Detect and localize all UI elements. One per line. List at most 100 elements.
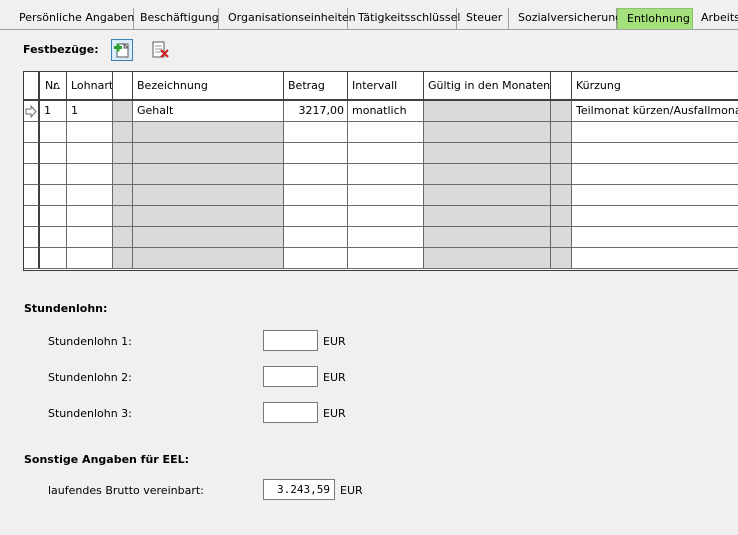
cell-nr-empty[interactable]: [40, 248, 67, 269]
cell-monate-empty[interactable]: [424, 143, 551, 164]
stundenlohn-2-input[interactable]: [263, 366, 318, 387]
row-indicator[interactable]: [24, 248, 40, 269]
cell-intervall[interactable]: monatlich: [348, 101, 424, 122]
tab-organisationseinheiten[interactable]: Organisationseinheiten: [219, 8, 356, 29]
cell-monate-empty[interactable]: [424, 185, 551, 206]
cell-nr-empty[interactable]: [40, 164, 67, 185]
cell-nr-empty[interactable]: [40, 185, 67, 206]
cell-kuerzung[interactable]: Teilmonat kürzen/Ausfallmonat kür: [572, 101, 738, 122]
cell-betrag-empty[interactable]: [284, 248, 348, 269]
delete-row-button[interactable]: [149, 39, 171, 61]
cell-bezeichnung-empty[interactable]: [133, 122, 284, 143]
row-indicator[interactable]: [24, 164, 40, 185]
cell-monate-empty[interactable]: [424, 248, 551, 269]
row-indicator[interactable]: [24, 185, 40, 206]
cell-lohnart-empty[interactable]: [67, 206, 113, 227]
cell-monate-empty[interactable]: [424, 164, 551, 185]
add-row-button[interactable]: [111, 39, 133, 61]
tab-entlohnung[interactable]: Entlohnung: [617, 8, 693, 29]
cell-kuerzung-empty[interactable]: [572, 185, 738, 206]
cell-bezeichnung-empty[interactable]: [133, 164, 284, 185]
tab-steuer[interactable]: Steuer: [457, 8, 509, 29]
cell-lohnart-empty[interactable]: [67, 143, 113, 164]
cell-monate[interactable]: [424, 101, 551, 122]
cell-monate-picker-empty[interactable]: [551, 206, 572, 227]
col-header-intervall[interactable]: Intervall: [348, 72, 424, 101]
cell-monate-picker-empty[interactable]: [551, 164, 572, 185]
cell-bezeichnung-empty[interactable]: [133, 185, 284, 206]
cell-kuerzung-empty[interactable]: [572, 122, 738, 143]
cell-lohnart-picker-empty[interactable]: [113, 206, 133, 227]
cell-lohnart-picker-empty[interactable]: [113, 164, 133, 185]
cell-bezeichnung[interactable]: Gehalt: [133, 101, 284, 122]
cell-intervall-empty[interactable]: [348, 122, 424, 143]
cell-monate-empty[interactable]: [424, 227, 551, 248]
cell-monate-picker-empty[interactable]: [551, 143, 572, 164]
cell-monate-picker-empty[interactable]: [551, 227, 572, 248]
row-indicator[interactable]: [24, 143, 40, 164]
cell-betrag-empty[interactable]: [284, 227, 348, 248]
cell-nr-empty[interactable]: [40, 227, 67, 248]
tab-sozialversicherung[interactable]: Sozialversicherung: [509, 8, 622, 29]
cell-monate-picker-empty[interactable]: [551, 185, 572, 206]
cell-lohnart-empty[interactable]: [67, 164, 113, 185]
cell-lohnart-empty[interactable]: [67, 185, 113, 206]
cell-kuerzung-empty[interactable]: [572, 227, 738, 248]
tab-persoenliche-angaben[interactable]: Persönliche Angaben: [0, 8, 134, 29]
cell-betrag-empty[interactable]: [284, 206, 348, 227]
cell-lohnart-picker-empty[interactable]: [113, 143, 133, 164]
cell-lohnart-picker-empty[interactable]: [113, 248, 133, 269]
cell-lohnart-empty[interactable]: [67, 122, 113, 143]
cell-intervall-empty[interactable]: [348, 206, 424, 227]
cell-intervall-empty[interactable]: [348, 248, 424, 269]
cell-nr-empty[interactable]: [40, 143, 67, 164]
cell-betrag-empty[interactable]: [284, 143, 348, 164]
cell-monate-empty[interactable]: [424, 206, 551, 227]
col-header-lohnart[interactable]: Lohnart: [67, 72, 113, 101]
cell-kuerzung-empty[interactable]: [572, 143, 738, 164]
cell-kuerzung-empty[interactable]: [572, 248, 738, 269]
cell-lohnart-empty[interactable]: [67, 227, 113, 248]
cell-monate-picker-empty[interactable]: [551, 248, 572, 269]
laufendes-brutto-input[interactable]: 3.243,59: [263, 479, 335, 500]
row-indicator[interactable]: [24, 101, 40, 122]
tab-beschaeftigung[interactable]: Beschäftigung: [134, 8, 219, 29]
cell-lohnart[interactable]: 1: [67, 101, 113, 122]
cell-nr[interactable]: 1: [40, 101, 67, 122]
col-header-bezeichnung[interactable]: Bezeichnung: [133, 72, 284, 101]
cell-lohnart-picker-empty[interactable]: [113, 185, 133, 206]
cell-betrag-empty[interactable]: [284, 164, 348, 185]
col-header-gueltig[interactable]: Gültig in den Monaten: [424, 72, 551, 101]
cell-betrag[interactable]: 3217,00: [284, 101, 348, 122]
cell-monate-picker-empty[interactable]: [551, 122, 572, 143]
row-indicator[interactable]: [24, 206, 40, 227]
row-indicator[interactable]: [24, 122, 40, 143]
cell-betrag-empty[interactable]: [284, 185, 348, 206]
cell-intervall-empty[interactable]: [348, 227, 424, 248]
col-header-nr[interactable]: Nr. △: [40, 72, 67, 101]
cell-monate-empty[interactable]: [424, 122, 551, 143]
col-header-kuerzung[interactable]: Kürzung: [572, 72, 738, 101]
cell-monate-picker[interactable]: [551, 101, 572, 122]
cell-kuerzung-empty[interactable]: [572, 206, 738, 227]
cell-bezeichnung-empty[interactable]: [133, 248, 284, 269]
cell-lohnart-empty[interactable]: [67, 248, 113, 269]
cell-lohnart-picker[interactable]: [113, 101, 133, 122]
cell-intervall-empty[interactable]: [348, 185, 424, 206]
cell-kuerzung-empty[interactable]: [572, 164, 738, 185]
cell-bezeichnung-empty[interactable]: [133, 143, 284, 164]
cell-lohnart-picker-empty[interactable]: [113, 122, 133, 143]
cell-betrag-empty[interactable]: [284, 122, 348, 143]
tab-taetigkeitsschluessel[interactable]: Tätigkeitsschlüssel: [348, 8, 460, 29]
tab-arbeitszeit[interactable]: Arbeitsz: [693, 8, 738, 29]
cell-intervall-empty[interactable]: [348, 143, 424, 164]
cell-bezeichnung-empty[interactable]: [133, 206, 284, 227]
row-indicator[interactable]: [24, 227, 40, 248]
cell-lohnart-picker-empty[interactable]: [113, 227, 133, 248]
col-header-betrag[interactable]: Betrag: [284, 72, 348, 101]
cell-nr-empty[interactable]: [40, 206, 67, 227]
cell-bezeichnung-empty[interactable]: [133, 227, 284, 248]
cell-nr-empty[interactable]: [40, 122, 67, 143]
stundenlohn-1-input[interactable]: [263, 330, 318, 351]
stundenlohn-3-input[interactable]: [263, 402, 318, 423]
